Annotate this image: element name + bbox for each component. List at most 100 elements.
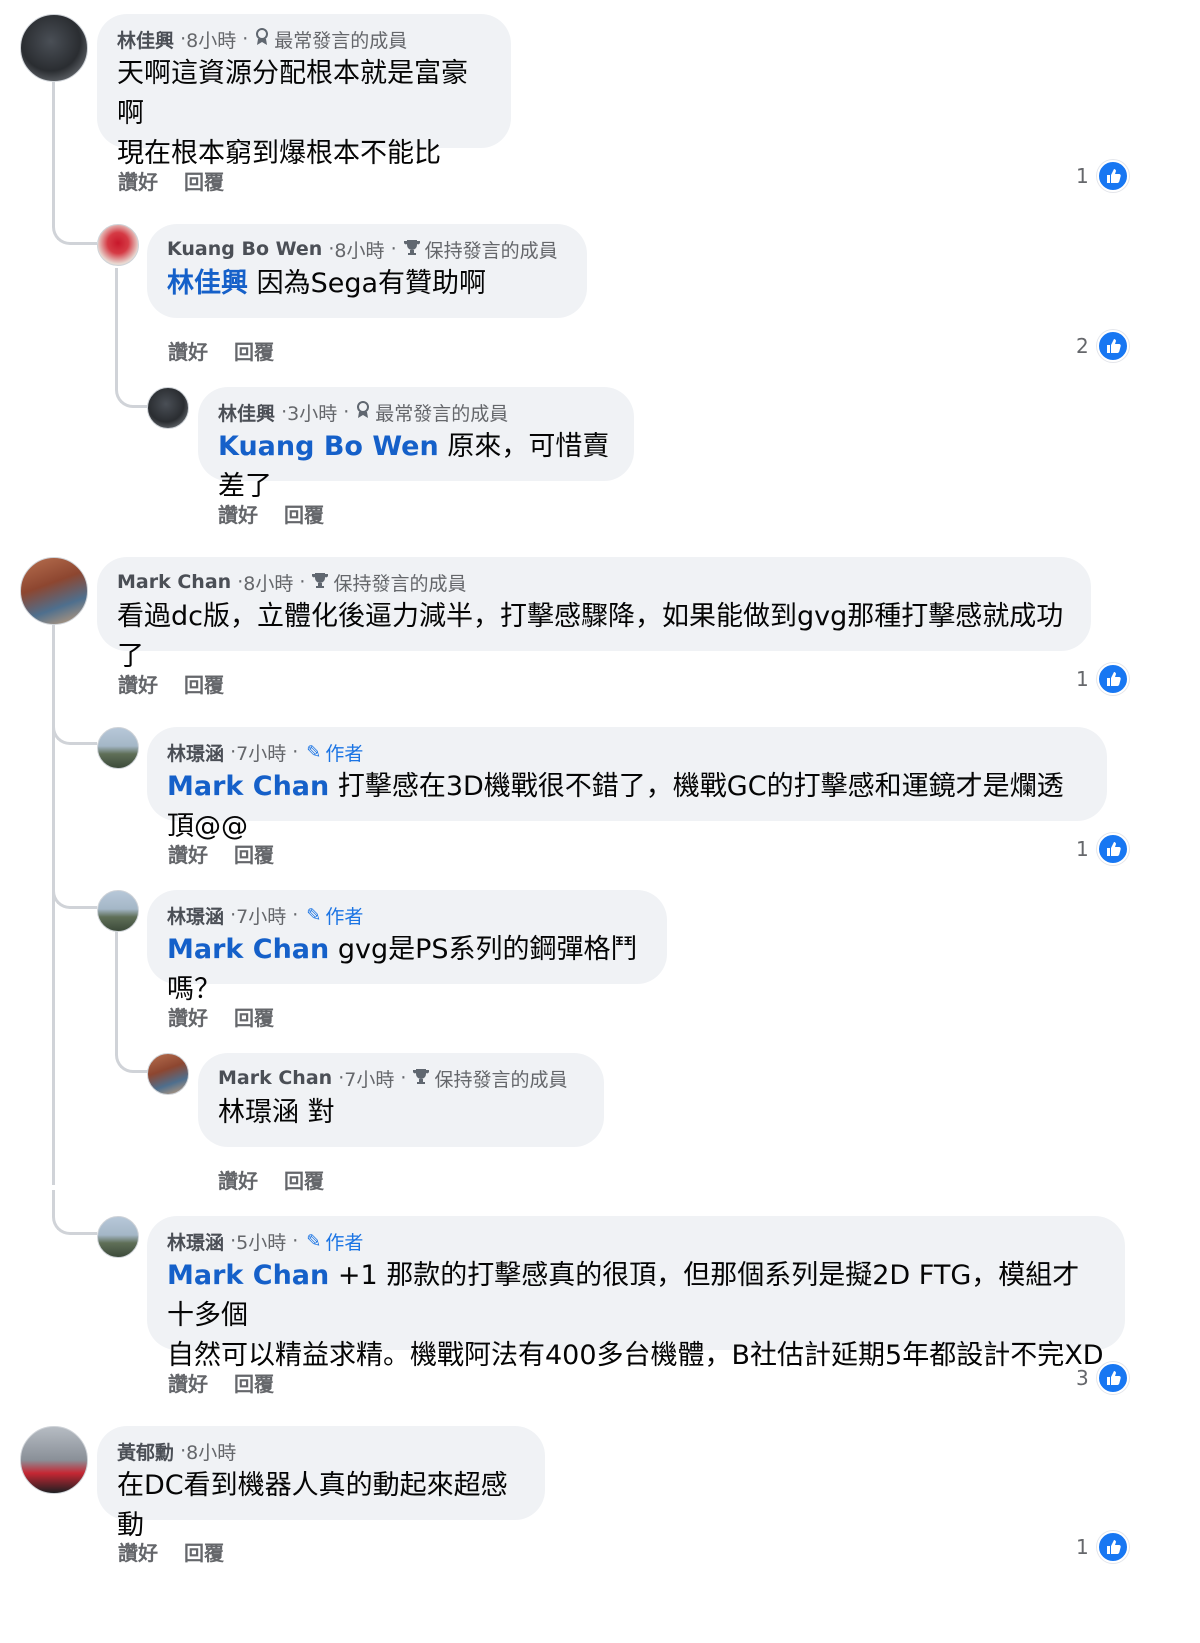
mention-link[interactable]: Mark Chan [167,1260,329,1291]
separator: · [292,904,299,926]
avatar[interactable] [97,727,139,769]
separator: · [242,28,249,50]
comment-author[interactable]: 林璟涵 [167,1228,224,1255]
reply-button[interactable]: 回覆 [234,1002,274,1031]
reply-button[interactable]: 回覆 [234,1368,274,1397]
comment-actions: 讚好 回覆 [168,1368,274,1397]
comment-time[interactable]: 8小時 [186,26,236,53]
comment-actions: 讚好 回覆 [118,669,224,698]
like-button[interactable]: 讚好 [218,499,258,528]
thumbs-up-icon [1096,330,1129,362]
like-count: 1 [1076,164,1089,188]
reply-button[interactable]: 回覆 [184,669,224,698]
comment-text: Kuang Bo Wen 原來，可惜賣差了 [218,427,614,507]
comment-author[interactable]: Mark Chan [218,1067,332,1089]
comment-bubble: Mark Chan · 7小時 · 保持發言的成員 林璟涵 對 [198,1053,604,1147]
like-button[interactable]: 讚好 [118,669,158,698]
comment-author[interactable]: Kuang Bo Wen [167,238,322,260]
thread-line [115,930,118,1040]
avatar[interactable] [147,387,189,429]
comment-author[interactable]: 林璟涵 [167,739,224,766]
comment-text: 林佳興 因為Sega有贊助啊 [167,264,567,304]
avatar[interactable] [20,1426,88,1494]
mention-link[interactable]: 林佳興 [167,268,248,299]
comment-time[interactable]: 8小時 [243,569,293,596]
avatar[interactable] [97,224,139,266]
reply-button[interactable]: 回覆 [234,336,274,365]
comment-time[interactable]: 8小時 [334,236,384,263]
comment-time[interactable]: 7小時 [344,1065,394,1092]
avatar[interactable] [20,14,88,82]
comment-bubble: 林璟涵 · 5小時 · ✎ 作者 Mark Chan +1 那款的打擊感真的很頂… [147,1216,1125,1371]
like-button[interactable]: 讚好 [168,1002,208,1031]
avatar[interactable] [97,1216,139,1258]
reaction-count[interactable]: 2 [1076,330,1129,362]
thread-connector [52,1190,97,1235]
comment-actions: 讚好 回覆 [168,1002,274,1031]
comment-bubble: 林璟涵 · 7小時 · ✎ 作者 Mark Chan 打擊感在3D機戰很不錯了，… [147,727,1107,842]
comment-meta: 黃郁勳 · 8小時 [117,1436,525,1466]
comment-text: Mark Chan +1 那款的打擊感真的很頂，但那個系列是擬2D FTG，模組… [167,1256,1105,1336]
comment-meta: Mark Chan · 7小時 · 保持發言的成員 [218,1063,584,1093]
reply-button[interactable]: 回覆 [234,839,274,868]
reaction-count[interactable]: 3 [1076,1362,1129,1394]
reply-button[interactable]: 回覆 [284,1165,324,1194]
comment-time[interactable]: 8小時 [186,1438,236,1465]
like-count: 1 [1076,1535,1089,1559]
like-button[interactable]: 讚好 [118,166,158,195]
comment-author[interactable]: 林佳興 [117,26,174,53]
reaction-count[interactable]: 1 [1076,833,1129,865]
comment-bubble: 林佳興 · 8小時 · 最常發言的成員 天啊這資源分配根本就是富豪啊 現在根本窮… [97,14,511,169]
mention-link[interactable]: Kuang Bo Wen [218,431,439,462]
like-button[interactable]: 讚好 [118,1537,158,1566]
like-button[interactable]: 讚好 [168,839,208,868]
comment-author[interactable]: Mark Chan [117,571,231,593]
author-badge: 作者 [325,1231,364,1254]
comment-time[interactable]: 5小時 [236,1228,286,1255]
mention-link[interactable]: Mark Chan [167,771,329,802]
author-badge: 作者 [325,742,364,765]
comment-meta: 林佳興 · 8小時 · 最常發言的成員 [117,24,491,54]
comment-author[interactable]: 黃郁勳 [117,1438,174,1465]
comment-meta: 林璟涵 · 7小時 · ✎ 作者 [167,737,1087,767]
comment-bubble: 黃郁勳 · 8小時 在DC看到機器人真的動起來超感動 [97,1426,545,1541]
thumbs-up-icon [1096,1362,1129,1394]
badge-icon [355,400,371,424]
avatar[interactable] [97,890,139,932]
separator: · [292,1230,299,1252]
avatar[interactable] [147,1053,189,1095]
like-button[interactable]: 讚好 [168,1368,208,1397]
comment-time[interactable]: 7小時 [236,902,286,929]
like-button[interactable]: 讚好 [168,336,208,365]
trophy-icon [311,571,329,594]
badge-icon [254,27,270,51]
comment-actions: 讚好 回覆 [218,1165,324,1194]
thread-connector [52,700,97,745]
separator: · [292,741,299,763]
comment-text: 在DC看到機器人真的動起來超感動 [117,1470,508,1541]
like-count: 3 [1076,1366,1089,1390]
comment-meta: Mark Chan · 8小時 · 保持發言的成員 [117,567,1071,597]
reply-button[interactable]: 回覆 [184,166,224,195]
comment-time[interactable]: 3小時 [287,399,337,426]
comment-author[interactable]: 林佳興 [218,399,275,426]
reply-button[interactable]: 回覆 [284,499,324,528]
thumbs-up-icon [1096,1531,1129,1563]
like-count: 1 [1076,667,1089,691]
reaction-count[interactable]: 1 [1076,1531,1129,1563]
comment-author[interactable]: 林璟涵 [167,902,224,929]
comment-bubble: 林佳興 · 3小時 · 最常發言的成員 Kuang Bo Wen 原來，可惜賣差… [198,387,634,502]
member-badge: 保持發言的成員 [424,239,558,262]
avatar[interactable] [20,557,88,625]
member-badge: 保持發言的成員 [434,1068,568,1091]
reaction-count[interactable]: 1 [1076,160,1129,192]
thread-connector [115,365,150,408]
comment-time[interactable]: 7小時 [236,739,286,766]
mention-link[interactable]: Mark Chan [167,934,329,965]
thread-connector [52,864,97,909]
reaction-count[interactable]: 1 [1076,663,1129,695]
like-button[interactable]: 讚好 [218,1165,258,1194]
member-badge: 最常發言的成員 [274,29,408,52]
pencil-icon: ✎ [306,1230,322,1252]
reply-button[interactable]: 回覆 [184,1537,224,1566]
